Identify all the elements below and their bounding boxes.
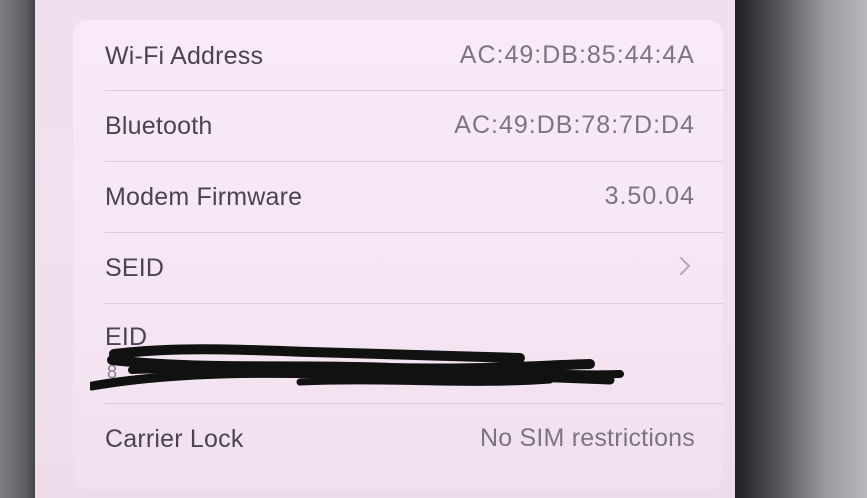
bluetooth-value: AC:49:DB:78:7D:D4 (454, 111, 695, 139)
wifi-address-value: AC:49:DB:85:44:4A (459, 41, 695, 69)
about-settings-card: Wi-Fi Address AC:49:DB:85:44:4A Bluetoot… (73, 20, 723, 490)
redaction-scribble (90, 344, 624, 391)
bluetooth-row: Bluetooth AC:49:DB:78:7D:D4 (73, 90, 723, 160)
phone-bezel (730, 0, 867, 498)
carrier-lock-row: Carrier Lock No SIM restrictions (73, 403, 723, 473)
bluetooth-label: Bluetooth (105, 112, 213, 140)
photo-scene: Wi-Fi Address AC:49:DB:85:44:4A Bluetoot… (0, 0, 867, 498)
modem-firmware-value: 3.50.04 (604, 182, 695, 210)
modem-firmware-label: Modem Firmware (105, 183, 303, 211)
carrier-lock-value: No SIM restrictions (480, 424, 695, 452)
wifi-address-label: Wi-Fi Address (105, 42, 264, 70)
wifi-address-row: Wi-Fi Address AC:49:DB:85:44:4A (73, 20, 723, 90)
chevron-right-icon (679, 256, 691, 276)
seid-row[interactable]: SEID (73, 232, 723, 302)
modem-firmware-row: Modem Firmware 3.50.04 (73, 161, 723, 231)
carrier-lock-label: Carrier Lock (105, 425, 244, 453)
seid-label: SEID (105, 254, 165, 282)
phone-screen: Wi-Fi Address AC:49:DB:85:44:4A Bluetoot… (35, 0, 735, 498)
